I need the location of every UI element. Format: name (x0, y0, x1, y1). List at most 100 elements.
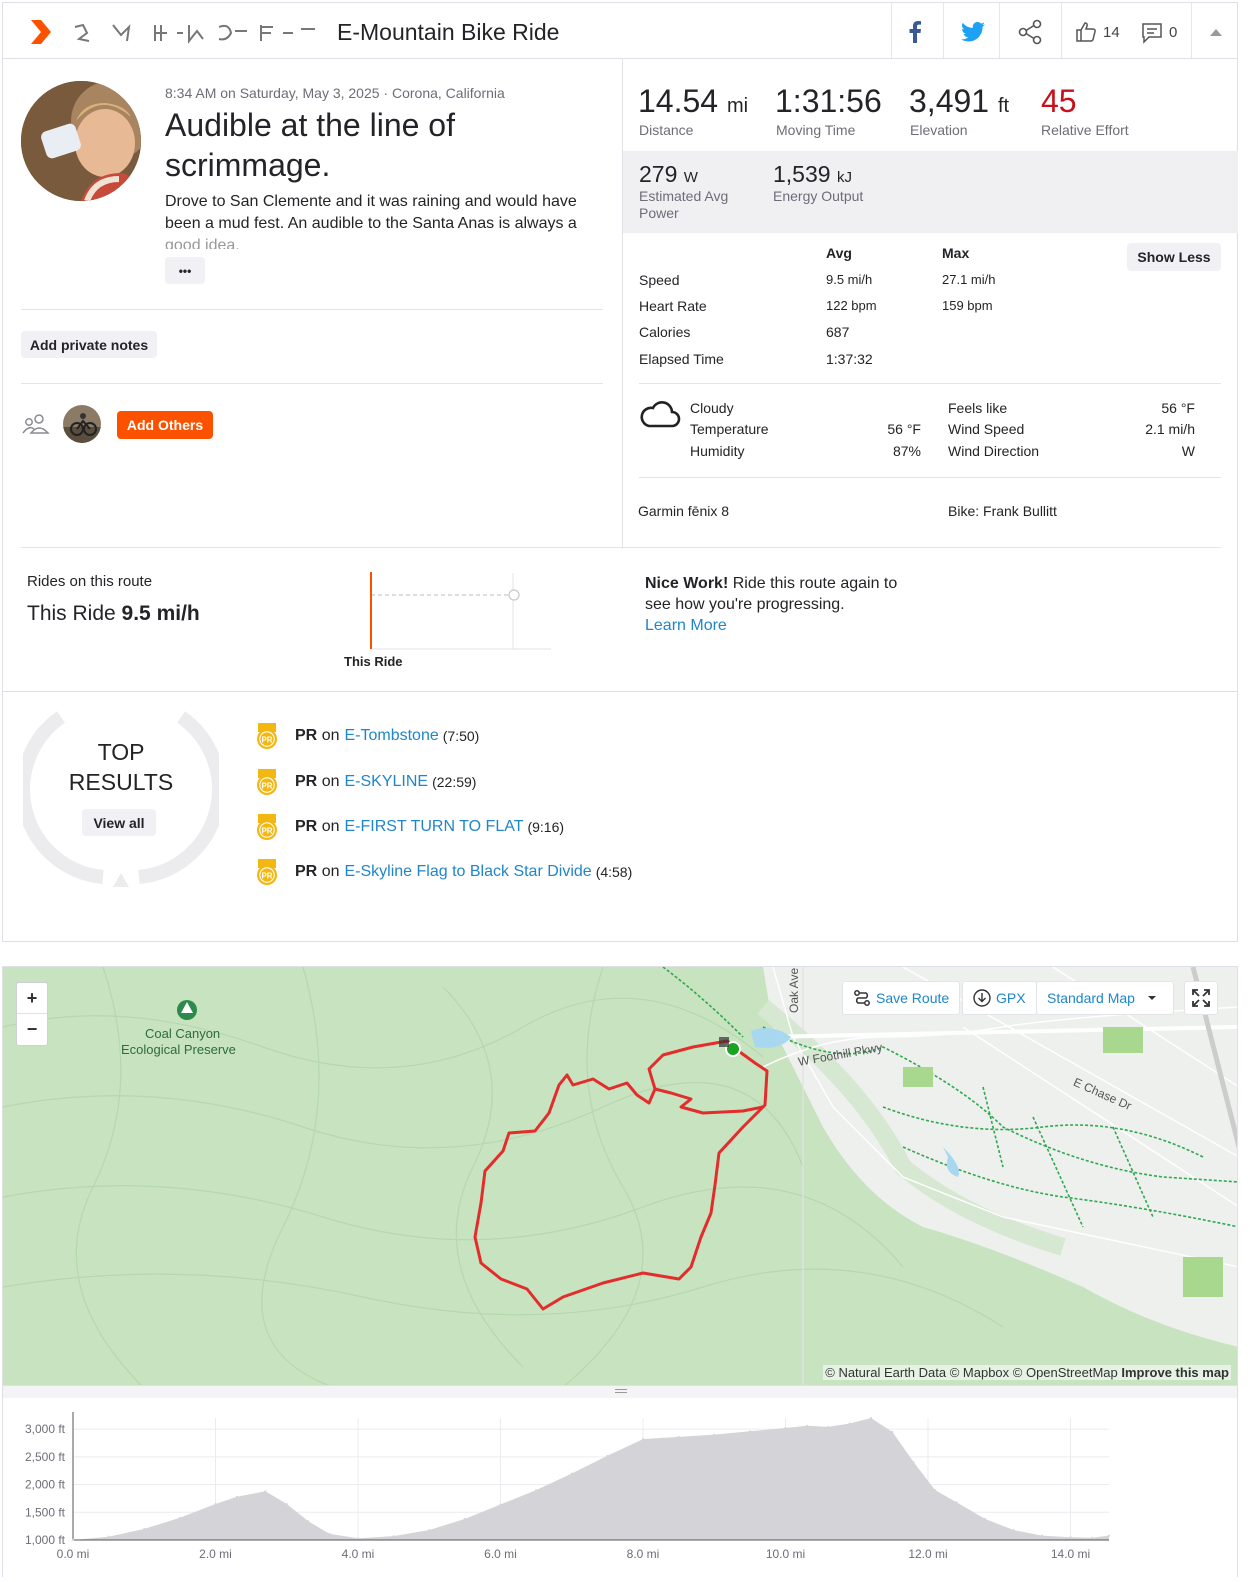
segment-time: (4:58) (595, 864, 633, 880)
elapsed-time-label: Elapsed Time (639, 351, 724, 367)
group-people-icon (22, 414, 50, 434)
poi-coal-canyon[interactable]: Coal Canyon (145, 1025, 220, 1042)
humidity-label: Humidity (690, 443, 745, 459)
activity-title-line: scrimmage. (165, 147, 331, 183)
pr-medal-icon: PR (257, 769, 277, 795)
elevation-point (72, 1539, 74, 1541)
activity-summary-card: 8:34 AM on Saturday, May 3, 2025 · Coron… (2, 58, 1238, 942)
power-label: Estimated Avg Power (639, 188, 728, 222)
twitter-icon[interactable] (961, 22, 985, 42)
elevation-point (870, 1417, 873, 1419)
energy-value: 1,539 kJ (773, 161, 852, 188)
strava-logo-icon[interactable] (29, 18, 55, 46)
elevation-point (235, 1495, 238, 1498)
elevation-point (1108, 1534, 1110, 1537)
elevation-point (805, 1424, 808, 1427)
fullscreen-button[interactable] (1184, 981, 1218, 1015)
save-route-button[interactable]: Save Route (842, 981, 961, 1015)
elevation-point (934, 1489, 937, 1492)
map-type-select[interactable]: Standard Map (1036, 981, 1174, 1015)
learn-more-link[interactable]: Learn More (645, 615, 897, 636)
view-all-results-button[interactable]: View all (82, 809, 156, 836)
elevation-point (357, 1537, 360, 1540)
activity-type-title: E-Mountain Bike Ride (337, 19, 560, 45)
elevation-chart[interactable]: 3,000 ft 2,500 ft 2,000 ft 1,500 ft 1,000 ft… (3, 1398, 1239, 1577)
description-line: good idea. (165, 237, 240, 249)
comment-count[interactable]: 0 (1169, 24, 1177, 41)
elevation-point (392, 1535, 395, 1538)
pr-result-row: PR PR on E-Skyline Flag to Black Star Div… (253, 857, 632, 887)
expand-icon (1192, 989, 1210, 1007)
elevation-point (827, 1425, 830, 1428)
save-route-label: Save Route (876, 990, 950, 1006)
pr-label: PR (295, 818, 318, 835)
share-icon[interactable] (1017, 19, 1043, 45)
elevation-point (891, 1430, 894, 1433)
chevron-down-icon (1147, 996, 1156, 1000)
collapse-caret-icon[interactable] (1209, 27, 1223, 37)
elevation-point (1012, 1529, 1015, 1532)
athlete-avatar[interactable] (21, 81, 141, 201)
add-others-button[interactable]: Add Others (117, 411, 213, 439)
zoom-out-button[interactable]: − (17, 1014, 47, 1045)
description-line: been a mud fest. An audible to the Santa… (165, 215, 577, 232)
nice-work-message: Nice Work! Ride this route again to see … (645, 573, 897, 636)
activity-description: Drove to San Clemente and it was raining… (165, 191, 605, 249)
elevation-point (912, 1461, 915, 1464)
x-tick-label: 2.0 mi (199, 1547, 232, 1561)
x-tick-label: 8.0 mi (627, 1547, 660, 1561)
segment-time: (22:59) (432, 774, 477, 790)
kudos-thumb-icon[interactable] (1075, 21, 1097, 43)
power-number: 279 (639, 161, 678, 187)
top-results-heading-line: TOP (97, 739, 145, 765)
elevation-point (107, 1535, 110, 1538)
participant-avatar[interactable] (63, 405, 101, 443)
segment-link[interactable]: E-SKYLINE (344, 773, 428, 791)
on-label: on (321, 773, 340, 790)
elevation-point (748, 1430, 751, 1433)
comment-icon[interactable] (1141, 22, 1163, 44)
elevation-profile-panel: 3,000 ft 2,500 ft 2,000 ft 1,500 ft 1,000 ft… (2, 1398, 1238, 1577)
download-icon (973, 989, 991, 1007)
elevation-point (214, 1502, 217, 1505)
pr-result-row: PR PR on E-Tombstone (7:50) (253, 721, 479, 751)
pr-medal-text: PR (261, 872, 272, 881)
map-resize-handle[interactable] (2, 1386, 1238, 1398)
bike-name[interactable]: Bike: Frank Bullitt (948, 503, 1057, 519)
this-ride-speed: 9.5 mi/h (121, 602, 200, 625)
facebook-icon[interactable] (907, 21, 923, 43)
elevation-point (499, 1503, 502, 1506)
segment-link[interactable]: E-Skyline Flag to Black Star Divide (344, 863, 591, 881)
humidity-value: 87% (892, 443, 921, 459)
elevation-point (784, 1426, 787, 1429)
activity-header: E-Mountain Bike Ride 14 0 (2, 2, 1238, 60)
feels-like-value: 56 °F (1161, 400, 1195, 416)
zoom-in-button[interactable]: + (17, 983, 47, 1014)
elevation-value: 3,491 ft (909, 83, 1009, 120)
on-label: on (321, 818, 340, 835)
nice-work-bold: Nice Work! (645, 575, 729, 592)
calories-avg: 687 (826, 324, 850, 340)
elevation-point (264, 1490, 267, 1493)
show-less-button[interactable]: Show Less (1127, 243, 1221, 271)
segment-link[interactable]: E-Tombstone (344, 727, 438, 745)
expand-description-button[interactable]: ••• (165, 257, 205, 284)
wind-speed-label: Wind Speed (948, 421, 1025, 437)
improve-map-link[interactable]: Improve this map (1121, 1365, 1229, 1380)
gpx-download-button[interactable]: GPX (962, 981, 1037, 1015)
this-ride-speed-summary: This Ride 9.5 mi/h (27, 602, 200, 626)
x-tick-label: 10.0 mi (766, 1547, 805, 1561)
pr-medal-icon: PR (257, 859, 277, 885)
elevation-point (1090, 1536, 1093, 1539)
route-map[interactable]: Coal Canyon Ecological Preserve Oak Ave … (2, 966, 1238, 1386)
speed-max: 27.1 mi/h (942, 272, 996, 287)
energy-label: Energy Output (773, 188, 864, 204)
elevation-point (285, 1502, 288, 1505)
add-private-notes-button[interactable]: Add private notes (21, 331, 157, 358)
elevation-number: 3,491 (909, 83, 990, 119)
energy-unit: kJ (836, 169, 852, 186)
route-icon (854, 990, 870, 1006)
kudos-count[interactable]: 14 (1103, 24, 1120, 41)
segment-link[interactable]: E-FIRST TURN TO FLAT (344, 818, 523, 836)
relative-effort-value[interactable]: 45 (1041, 83, 1077, 120)
